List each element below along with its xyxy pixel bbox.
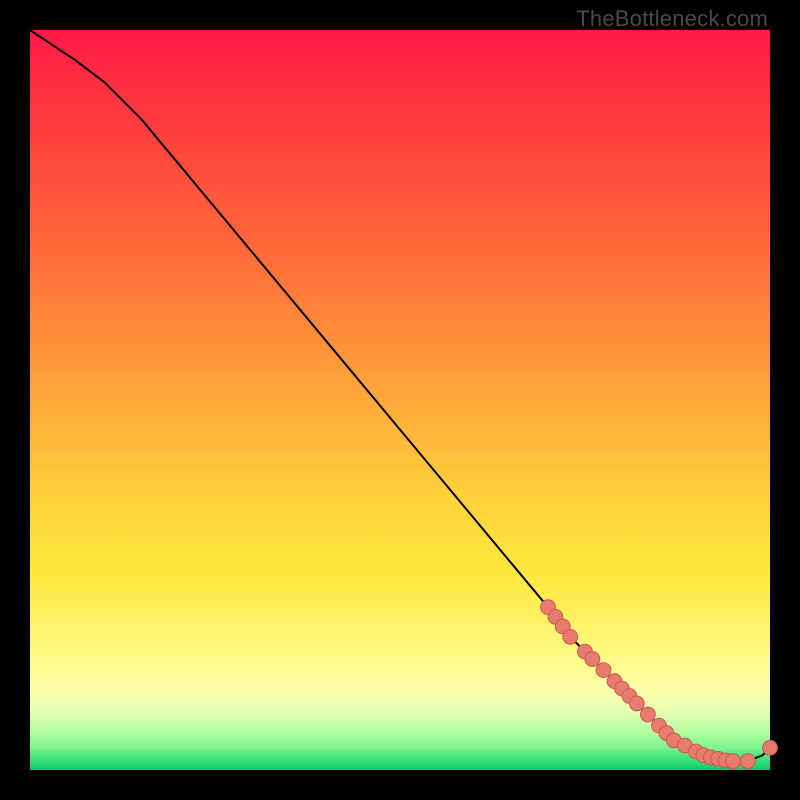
- curve-marker: [641, 707, 656, 722]
- chart-svg: [30, 30, 770, 770]
- curve-marker: [629, 696, 644, 711]
- watermark-text: TheBottleneck.com: [576, 6, 768, 32]
- curve-marker: [740, 754, 755, 769]
- chart-frame: TheBottleneck.com: [0, 0, 800, 800]
- curve-markers: [541, 600, 778, 769]
- bottleneck-curve: [30, 30, 770, 761]
- curve-marker: [763, 740, 778, 755]
- curve-marker: [585, 652, 600, 667]
- curve-marker: [563, 629, 578, 644]
- curve-marker: [596, 663, 611, 678]
- curve-marker: [726, 754, 741, 769]
